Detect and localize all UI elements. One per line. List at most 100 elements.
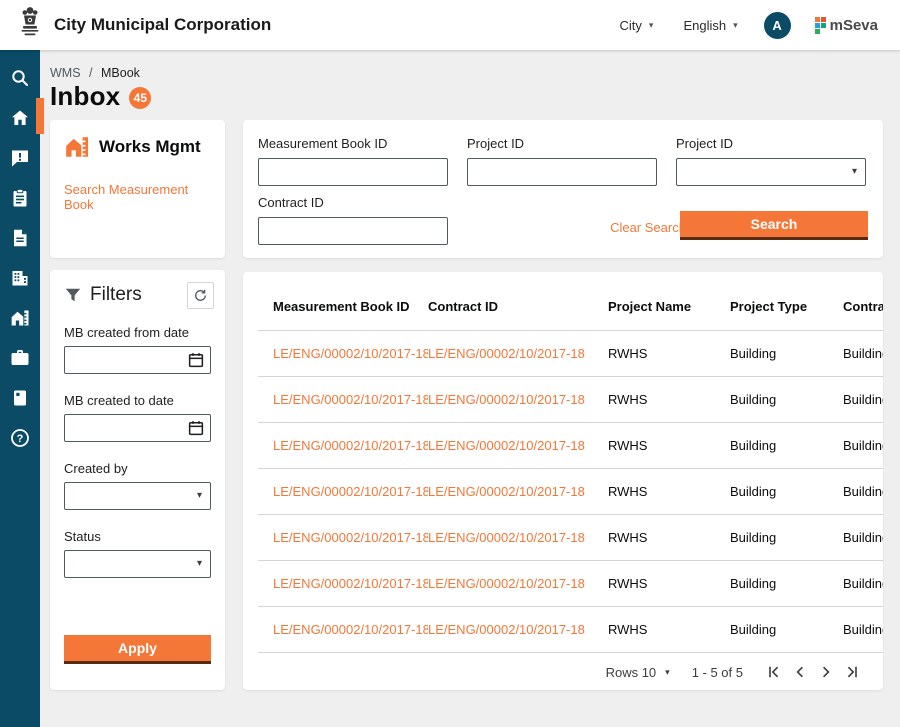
- contract-type-cell: Building: [843, 576, 883, 591]
- table-row: LE/ENG/00002/10/2017-18 LE/ENG/00002/10/…: [258, 469, 883, 515]
- project-name-cell: RWHS: [608, 622, 730, 637]
- contract-id-link[interactable]: LE/ENG/00002/10/2017-18: [428, 392, 608, 407]
- mb-created-to-date-input[interactable]: [64, 414, 211, 442]
- sidebar-item-help[interactable]: ?: [0, 418, 40, 458]
- breadcrumb-mbook[interactable]: MBook: [101, 66, 140, 80]
- project-type-cell: Building: [730, 346, 843, 361]
- project-name-cell: RWHS: [608, 484, 730, 499]
- table-row: LE/ENG/00002/10/2017-18 LE/ENG/00002/10/…: [258, 561, 883, 607]
- col-project-name: Project Name: [608, 299, 730, 314]
- sidebar-item-organisation[interactable]: [0, 258, 40, 298]
- works-card-title: Works Mgmt: [99, 137, 201, 157]
- table-row: LE/ENG/00002/10/2017-18 LE/ENG/00002/10/…: [258, 607, 883, 653]
- created-by-select[interactable]: ▾: [64, 482, 211, 510]
- works-home-icon: [64, 134, 90, 160]
- project-id-dropdown[interactable]: [677, 159, 865, 185]
- search-button[interactable]: Search: [680, 211, 868, 240]
- contract-id-link[interactable]: LE/ENG/00002/10/2017-18: [428, 576, 608, 591]
- language-dropdown[interactable]: English▾: [683, 18, 737, 33]
- col-contract-type: Contract Type: [843, 299, 883, 314]
- sidebar-item-works[interactable]: [0, 298, 40, 338]
- project-name-cell: RWHS: [608, 346, 730, 361]
- works-home-icon: [10, 308, 30, 328]
- contract-id-link[interactable]: LE/ENG/00002/10/2017-18: [428, 530, 608, 545]
- project-id-input[interactable]: [467, 158, 657, 186]
- project-id-select-label: Project ID: [676, 136, 866, 151]
- contract-id-link[interactable]: LE/ENG/00002/10/2017-18: [428, 438, 608, 453]
- clipboard-icon: [10, 188, 30, 208]
- search-form-card: Measurement Book ID Project ID Project I…: [243, 120, 883, 258]
- apply-button[interactable]: Apply: [64, 635, 211, 664]
- contract-id-link[interactable]: LE/ENG/00002/10/2017-18: [428, 622, 608, 637]
- refresh-filters-button[interactable]: [187, 282, 214, 309]
- contract-id-link[interactable]: LE/ENG/00002/10/2017-18: [428, 346, 608, 361]
- created-by-dropdown[interactable]: [65, 483, 210, 509]
- page-title: Inbox: [50, 81, 120, 112]
- avatar[interactable]: A: [764, 12, 791, 39]
- sidebar-item-jobs[interactable]: [0, 338, 40, 378]
- first-page-button[interactable]: [761, 660, 787, 684]
- mb-id-link[interactable]: LE/ENG/00002/10/2017-18: [273, 622, 428, 637]
- project-id-select[interactable]: ▾: [676, 158, 866, 186]
- table-header-row: Measurement Book ID Contract ID Project …: [258, 272, 883, 331]
- document-icon: [10, 228, 30, 248]
- project-type-cell: Building: [730, 484, 843, 499]
- mb-id-link[interactable]: LE/ENG/00002/10/2017-18: [273, 576, 428, 591]
- first-page-icon: [766, 664, 782, 680]
- search-measurement-book-link[interactable]: Search Measurement Book: [64, 182, 211, 212]
- filter-icon: [64, 286, 82, 304]
- building-icon: [10, 268, 30, 288]
- measurement-book-id-input[interactable]: [258, 158, 448, 186]
- mb-id-link[interactable]: LE/ENG/00002/10/2017-18: [273, 484, 428, 499]
- contract-id-input[interactable]: [258, 217, 448, 245]
- contract-type-cell: Building: [843, 530, 883, 545]
- app-title: City Municipal Corporation: [54, 15, 271, 35]
- next-page-button[interactable]: [813, 660, 839, 684]
- notes-icon: [10, 388, 30, 408]
- breadcrumb-wms[interactable]: WMS: [50, 66, 81, 80]
- help-icon: ?: [10, 428, 30, 448]
- city-dropdown[interactable]: City▾: [620, 18, 654, 33]
- calendar-icon[interactable]: [187, 351, 205, 374]
- contract-type-cell: Building: [843, 484, 883, 499]
- mseva-logo: mSeva: [815, 17, 878, 34]
- table-row: LE/ENG/00002/10/2017-18 LE/ENG/00002/10/…: [258, 331, 883, 377]
- previous-page-button[interactable]: [787, 660, 813, 684]
- refresh-icon: [193, 288, 208, 303]
- contract-type-cell: Building: [843, 622, 883, 637]
- home-icon: [10, 108, 30, 128]
- mb-id-link[interactable]: LE/ENG/00002/10/2017-18: [273, 530, 428, 545]
- measurement-book-id-label: Measurement Book ID: [258, 136, 448, 151]
- filters-title: Filters: [90, 284, 142, 306]
- filter-label-created-by: Created by: [64, 461, 211, 476]
- rows-per-page-select[interactable]: Rows 10 ▾: [606, 665, 670, 680]
- mb-id-link[interactable]: LE/ENG/00002/10/2017-18: [273, 346, 428, 361]
- sidebar-nav: ?: [0, 50, 40, 727]
- sidebar-item-search[interactable]: [0, 58, 40, 98]
- sidebar-item-home[interactable]: [0, 98, 40, 138]
- chevron-down-icon: ▾: [733, 20, 738, 31]
- project-type-cell: Building: [730, 530, 843, 545]
- contract-id-link[interactable]: LE/ENG/00002/10/2017-18: [428, 484, 608, 499]
- app-header: City Municipal Corporation City▾ English…: [0, 0, 900, 50]
- mb-id-link[interactable]: LE/ENG/00002/10/2017-18: [273, 392, 428, 407]
- chevron-down-icon: ▾: [649, 20, 654, 31]
- status-dropdown[interactable]: [65, 551, 210, 577]
- search-icon: [10, 68, 30, 88]
- sidebar-item-documents[interactable]: [0, 218, 40, 258]
- announcement-icon: [10, 148, 30, 168]
- mb-id-link[interactable]: LE/ENG/00002/10/2017-18: [273, 438, 428, 453]
- sidebar-item-reports[interactable]: [0, 378, 40, 418]
- table-row: LE/ENG/00002/10/2017-18 LE/ENG/00002/10/…: [258, 377, 883, 423]
- sidebar-item-complaints[interactable]: [0, 138, 40, 178]
- breadcrumb: WMS / MBook: [50, 66, 140, 80]
- status-select[interactable]: ▾: [64, 550, 211, 578]
- mb-created-from-date-input[interactable]: [64, 346, 211, 374]
- table-footer: Rows 10 ▾ 1 - 5 of 5: [258, 653, 883, 690]
- project-name-cell: RWHS: [608, 392, 730, 407]
- calendar-icon[interactable]: [187, 419, 205, 442]
- project-name-cell: RWHS: [608, 438, 730, 453]
- filters-card: Filters MB created from date MB created …: [50, 270, 225, 690]
- sidebar-item-assignments[interactable]: [0, 178, 40, 218]
- last-page-button[interactable]: [839, 660, 865, 684]
